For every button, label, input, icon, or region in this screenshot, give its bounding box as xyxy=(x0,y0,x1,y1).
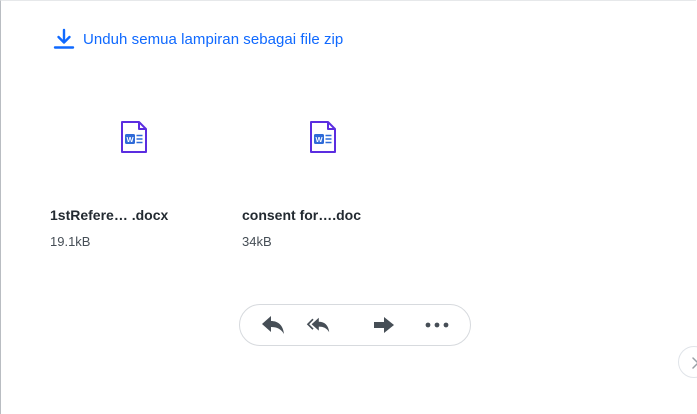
attachment-filesize: 34kB xyxy=(242,234,272,249)
attachment-filesize: 19.1kB xyxy=(50,234,91,249)
word-document-icon: W xyxy=(121,121,147,153)
chevron-right-icon xyxy=(692,357,697,369)
reply-all-button[interactable] xyxy=(306,314,330,336)
download-all-label: Unduh semua lampiran sebagai file zip xyxy=(83,30,344,48)
attachment-filename: 1stRefere… .docx xyxy=(50,207,169,223)
forward-button[interactable] xyxy=(372,314,396,336)
download-icon xyxy=(53,28,75,49)
download-all-zip-link[interactable]: Unduh semua lampiran sebagai file zip xyxy=(53,28,343,50)
reply-icon xyxy=(262,316,284,334)
next-message-button[interactable] xyxy=(678,346,697,378)
reply-button[interactable] xyxy=(261,314,285,336)
svg-text:W: W xyxy=(126,135,134,144)
more-icon xyxy=(425,322,449,328)
reply-all-icon xyxy=(306,317,330,333)
svg-text:W: W xyxy=(315,135,323,144)
more-options-button[interactable] xyxy=(425,314,449,336)
attachment-filename: consent for….doc xyxy=(242,207,362,223)
message-action-bar xyxy=(239,304,471,346)
message-attachments-panel: Unduh semua lampiran sebagai file zip W … xyxy=(0,0,697,414)
forward-icon xyxy=(374,317,394,333)
word-document-icon: W xyxy=(310,121,336,153)
